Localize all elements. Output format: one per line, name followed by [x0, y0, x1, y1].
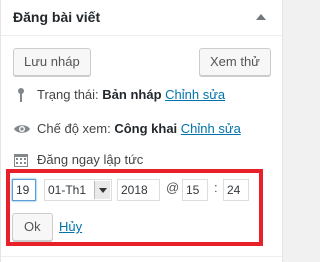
status-row: Trạng thái: Bản nháp Chỉnh sửa	[13, 85, 225, 105]
visibility-label: Chế độ xem:	[37, 121, 111, 136]
day-input[interactable]: 19	[12, 179, 36, 201]
cancel-link[interactable]: Hủy	[59, 219, 82, 234]
hour-input[interactable]: 15	[182, 179, 208, 201]
month-select[interactable]: 01-Th1	[44, 179, 112, 201]
ok-button[interactable]: Ok	[12, 213, 53, 241]
panel-header[interactable]: Đăng bài viết	[1, 0, 282, 36]
status-label: Trạng thái:	[37, 87, 99, 102]
panel-title: Đăng bài viết	[13, 9, 101, 25]
collapse-arrow-icon[interactable]	[256, 14, 266, 20]
time-separator: :	[214, 180, 218, 195]
chevron-down-icon[interactable]	[94, 181, 110, 199]
visibility-row: Chế độ xem: Công khai Chỉnh sửa	[13, 119, 241, 139]
year-input[interactable]: 2018	[117, 179, 160, 201]
bottom-divider	[1, 256, 282, 257]
pin-icon	[13, 85, 33, 105]
schedule-row: Đăng ngay lập tức	[13, 150, 143, 170]
month-select-value: 01-Th1	[48, 183, 87, 197]
at-separator: @	[166, 180, 180, 195]
publish-panel: Đăng bài viết Lưu nháp Xem thử Trạng thá…	[0, 0, 283, 262]
eye-icon	[13, 119, 33, 139]
save-draft-button[interactable]: Lưu nháp	[13, 48, 91, 76]
schedule-label: Đăng ngay lập tức	[37, 152, 144, 167]
status-edit-link[interactable]: Chỉnh sửa	[165, 87, 225, 102]
visibility-edit-link[interactable]: Chỉnh sửa	[181, 121, 241, 136]
minute-input[interactable]: 24	[223, 179, 249, 201]
preview-button[interactable]: Xem thử	[199, 48, 271, 76]
calendar-icon	[13, 150, 33, 170]
status-value: Bản nháp	[102, 87, 162, 102]
visibility-value: Công khai	[114, 121, 178, 136]
